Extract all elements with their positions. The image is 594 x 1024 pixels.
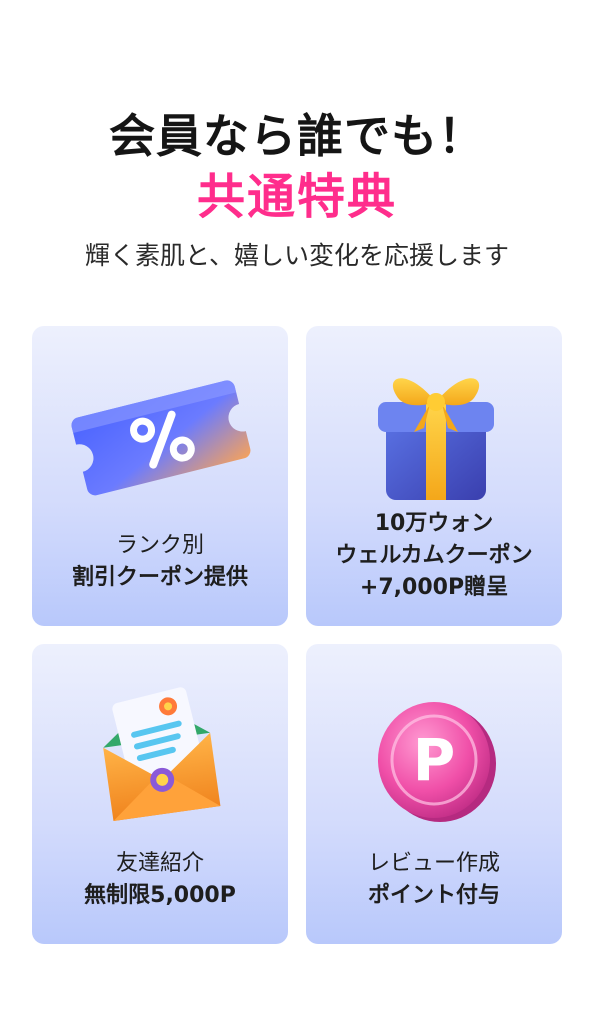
benefit-card-review: P レビュー作成 ポイント付与 <box>306 644 562 944</box>
benefit-label: ランク別 <box>115 533 204 558</box>
benefit-label: レビュー作成 <box>367 851 500 876</box>
page-subtitle: 輝く素肌と、嬉しい変化を応援します <box>84 241 509 270</box>
benefit-card-referral: 友達紹介 無制限5,000P <box>32 644 288 944</box>
benefit-points: +7,000P贈呈 <box>359 575 509 600</box>
point-coin-icon: P <box>378 702 496 822</box>
benefit-card-welcome-coupon: 10万ウォン ウェルカムクーポン +7,000P贈呈 <box>306 326 562 626</box>
page-title: 会員なら誰でも！ <box>109 109 485 163</box>
gift-box-icon <box>378 378 494 500</box>
coin-letter: P <box>413 726 456 794</box>
page-title-highlight: 共通特典 <box>196 169 397 225</box>
benefit-detail: ウェルカムクーポン <box>335 543 533 568</box>
benefit-detail: 無制限5,000P <box>84 883 236 908</box>
benefit-label: 友達紹介 <box>115 851 204 876</box>
benefit-label: 10万ウォン <box>374 511 494 536</box>
benefit-card-rank-coupon: ランク別 割引クーポン提供 <box>32 326 288 626</box>
benefit-detail: ポイント付与 <box>367 883 500 908</box>
envelope-letter-icon <box>103 687 221 822</box>
coupon-ticket-icon <box>71 380 251 496</box>
benefit-detail: 割引クーポン提供 <box>71 565 248 590</box>
